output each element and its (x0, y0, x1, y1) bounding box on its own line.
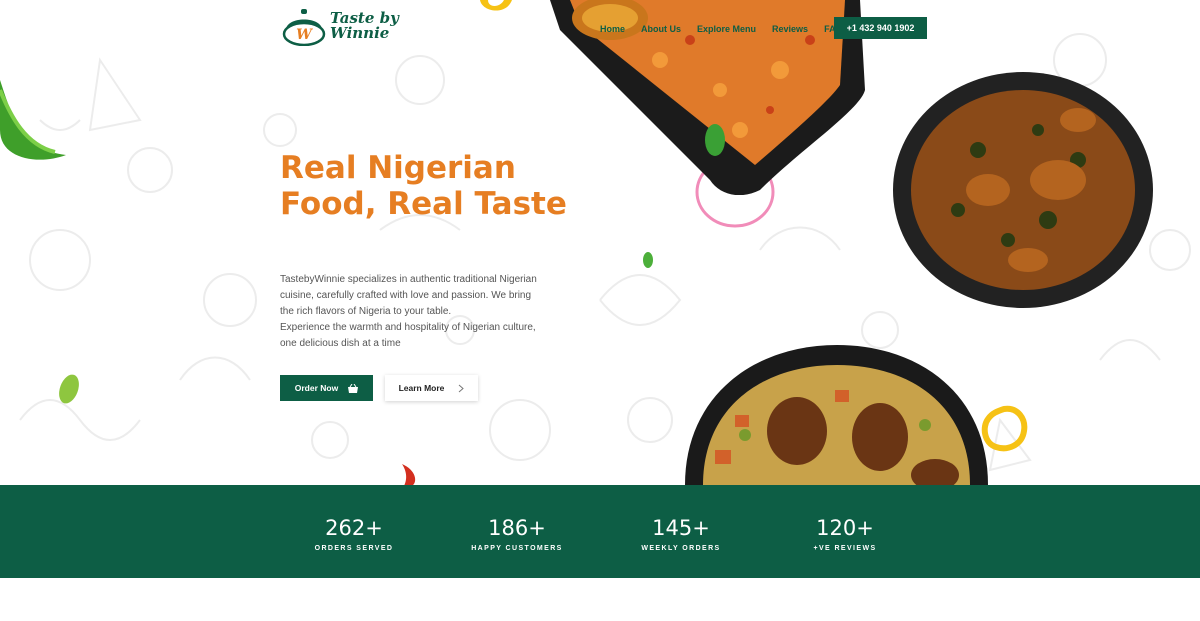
chevron-right-icon (459, 384, 465, 392)
stat-value: 120+ (816, 516, 874, 540)
nav-item-home[interactable]: Home (600, 24, 625, 34)
hero-description: TastebyWinnie specializes in authentic t… (280, 272, 540, 352)
order-now-label: Order Now (294, 383, 339, 393)
logo-cloche-icon: W (282, 9, 326, 46)
stat-orders-served: 262+ ORDERS SERVED (289, 515, 419, 552)
red-chili-decoration (402, 464, 416, 486)
nav-item-reviews[interactable]: Reviews (772, 24, 808, 34)
nav-item-about[interactable]: About Us (641, 24, 681, 34)
stat-label: WEEKLY ORDERS (641, 545, 721, 552)
stat-value: 145+ (652, 516, 710, 540)
yellow-pepper-decoration (480, 0, 512, 11)
logo-text-bottom: Winnie (330, 24, 390, 42)
basket-icon (348, 383, 359, 393)
learn-more-button[interactable]: Learn More (385, 375, 478, 401)
svg-text:W: W (296, 27, 313, 43)
order-now-button[interactable]: Order Now (280, 375, 373, 401)
learn-more-label: Learn More (398, 383, 445, 393)
phone-button[interactable]: +1 432 940 1902 (834, 17, 927, 39)
stat-label: ORDERS SERVED (314, 545, 394, 552)
nav-item-explore-menu[interactable]: Explore Menu (697, 24, 756, 34)
stat-label: HAPPY CUSTOMERS (471, 545, 563, 552)
egusi-soup-pot-image (893, 72, 1153, 308)
stat-weekly-orders: 145+ WEEKLY ORDERS (616, 515, 746, 552)
hero-title: Real Nigerian Food, Real Taste (280, 150, 567, 222)
fried-rice-chicken-pot-image (685, 345, 988, 485)
stat-value: 186+ (488, 516, 546, 540)
green-pepper-slice-decoration (643, 252, 653, 268)
stat-positive-reviews: 120+ +VE REVIEWS (780, 515, 910, 552)
brand-logo[interactable]: W Taste by Winnie (282, 6, 399, 46)
green-chili-decoration (0, 80, 66, 160)
hero-description-line2: Experience the warmth and hospitality of… (280, 322, 536, 349)
main-nav: Home About Us Explore Menu Reviews FAQ (600, 24, 843, 34)
stats-band: 262+ ORDERS SERVED 186+ HAPPY CUSTOMERS … (0, 485, 1200, 578)
hero-description-line1: TastebyWinnie specializes in authentic t… (280, 274, 537, 317)
green-pepper-slice-decoration (59, 374, 79, 404)
stat-happy-customers: 186+ HAPPY CUSTOMERS (452, 515, 582, 552)
stat-value: 262+ (325, 516, 383, 540)
stat-label: +VE REVIEWS (813, 545, 877, 552)
